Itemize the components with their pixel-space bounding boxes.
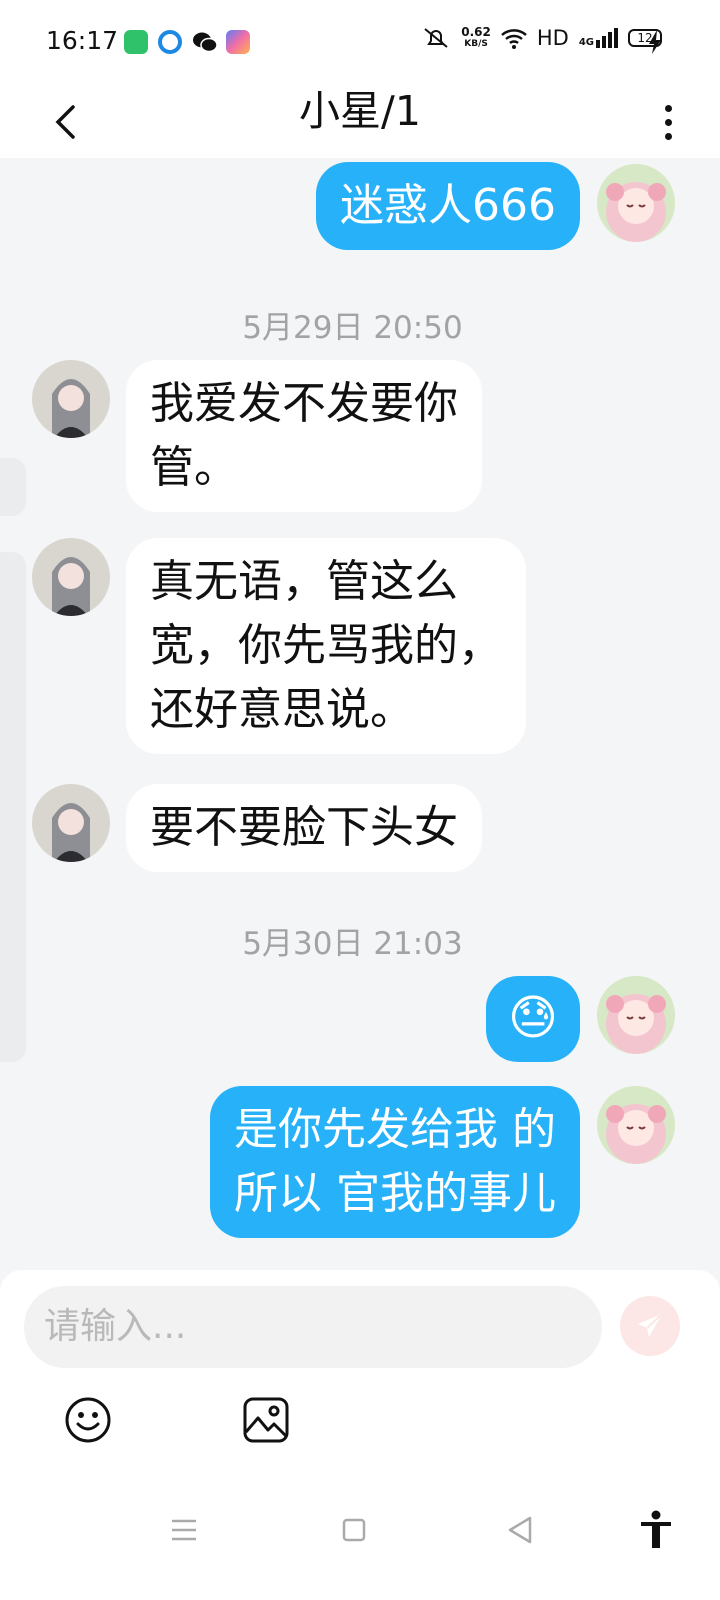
menu-icon: [172, 1519, 196, 1541]
side-panel-edge[interactable]: [0, 458, 26, 516]
emoji-button[interactable]: [64, 1396, 112, 1444]
square-icon: [342, 1518, 366, 1542]
more-dot: [664, 118, 672, 126]
contact-avatar[interactable]: [32, 538, 110, 616]
home-nav-button[interactable]: [332, 1508, 376, 1552]
send-icon: [638, 1313, 663, 1337]
message-bubble-outgoing[interactable]: 是你先发给我 的 所以 官我的事儿: [210, 1086, 580, 1238]
send-button[interactable]: [620, 1296, 680, 1356]
contact-avatar[interactable]: [32, 360, 110, 438]
user-avatar[interactable]: [597, 976, 675, 1054]
status-time: 16:17: [46, 26, 119, 55]
contact-avatar[interactable]: [32, 784, 110, 862]
more-dot: [664, 104, 672, 112]
system-navigation-bar: [0, 1486, 720, 1600]
timestamp: 5月29日 20:50: [242, 310, 463, 346]
page-title: 小星/1: [299, 87, 421, 135]
status-indicators: 0.62 KB/S HD 4G 12: [421, 26, 662, 50]
message-bubble-incoming[interactable]: 真无语，管这么 宽，你先骂我的， 还好意思说。: [126, 538, 526, 754]
chat-area[interactable]: 迷惑人666 5月29日 20:50 我爱发不发要你 管。 真无语，管这么 宽，…: [0, 158, 720, 1270]
back-nav-button[interactable]: [498, 1508, 542, 1552]
message-input[interactable]: 请输入...: [24, 1286, 602, 1368]
menu-nav-button[interactable]: [162, 1508, 206, 1552]
message-bubble-incoming[interactable]: 要不要脸下头女: [126, 784, 482, 872]
message-bubble-outgoing[interactable]: 😓: [485, 976, 580, 1062]
message-bubble-outgoing[interactable]: 迷惑人666: [316, 162, 580, 250]
image-button[interactable]: [242, 1396, 290, 1444]
gallery-icon: [226, 30, 250, 54]
side-panel-edge[interactable]: [0, 552, 26, 1062]
charging-icon: [649, 30, 661, 54]
wechat-icon: [192, 30, 218, 54]
network-label: HD: [536, 26, 569, 50]
user-avatar[interactable]: [597, 164, 675, 242]
more-options-button[interactable]: [646, 92, 690, 152]
signal-icon: 4G: [579, 28, 618, 48]
wifi-icon: [501, 29, 527, 49]
mute-icon: [424, 28, 448, 48]
user-avatar[interactable]: [597, 1086, 675, 1164]
accessibility-icon: [641, 1510, 671, 1548]
message-bubble-incoming[interactable]: 我爱发不发要你 管。: [126, 360, 482, 512]
browser-icon: [158, 30, 182, 54]
net-speed: 0.62 KB/S: [461, 25, 491, 49]
accessibility-button[interactable]: [634, 1508, 678, 1552]
triangle-back-icon: [508, 1516, 532, 1544]
timestamp: 5月30日 21:03: [242, 926, 463, 962]
app-store-icon: [124, 30, 148, 54]
smiley-icon: [65, 1397, 111, 1443]
status-bar: 16:17 0.62 KB/S HD 4G 12: [0, 0, 720, 86]
image-icon: [243, 1397, 289, 1443]
chat-header: 小星/1: [0, 86, 720, 158]
more-dot: [664, 132, 672, 140]
